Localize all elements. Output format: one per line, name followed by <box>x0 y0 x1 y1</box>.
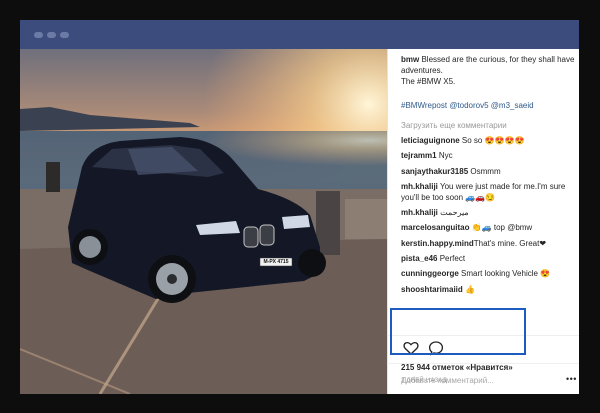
list-item: kerstin.happy.mindThat's mine. Great❤ <box>401 238 577 249</box>
list-item: shooshtarimaiid 👍 <box>401 284 577 295</box>
list-item: leticiaguignone So so 😍😍😍😍 <box>401 135 577 146</box>
likes-highlight-box <box>390 308 526 355</box>
comment-text: 👍 <box>465 284 475 294</box>
load-more-comments-link[interactable]: Загрузить еще комментарии <box>401 121 507 130</box>
comment-username[interactable]: tejramm1 <box>401 151 437 160</box>
comment-username[interactable]: shooshtarimaiid <box>401 285 463 294</box>
caption-hashtags[interactable]: #BMWrepost @todorov5 @m3_saeid <box>401 100 577 111</box>
comment-username[interactable]: mh.khaliji <box>401 182 438 191</box>
add-comment-input[interactable]: Добавьте комментарий... <box>401 376 494 385</box>
window-control-dot[interactable] <box>34 32 43 38</box>
more-options-icon[interactable]: ••• <box>566 374 577 384</box>
comment-text: میرحمت <box>440 208 469 218</box>
list-item: pista_e46 Perfect <box>401 253 577 264</box>
license-plate-text: M-PX 4715 <box>263 259 289 265</box>
list-item: tejramm1 Nyc <box>401 150 577 161</box>
comment-username[interactable]: sanjaythakur3185 <box>401 167 468 176</box>
caption-line2: The #BMW X5. <box>401 77 456 86</box>
likes-count[interactable]: 215 944 отметок «Нравится» <box>401 363 513 372</box>
comment-text: 👏🚙 top @bmw <box>471 223 533 233</box>
post-caption: bmw Blessed are the curious, for they sh… <box>401 54 577 87</box>
list-item: mh.khaliji میرحمت <box>401 207 577 218</box>
list-item: sanjaythakur3185 Osmmm <box>401 166 577 177</box>
post-photo[interactable]: M-PX 4715 <box>20 49 387 394</box>
comment-text: Perfect <box>439 254 466 264</box>
comment-text: Smart looking Vehicle 😍 <box>461 269 551 279</box>
window-titlebar <box>20 20 579 49</box>
comment-username[interactable]: mh.khaliji <box>401 208 438 217</box>
list-item: marcelosanguitao 👏🚙 top @bmw <box>401 222 577 233</box>
comment-username[interactable]: leticiaguignone <box>401 136 460 145</box>
window-control-dot[interactable] <box>60 32 69 38</box>
list-item: cunninggeorge Smart looking Vehicle 😍 <box>401 268 577 279</box>
comment-username[interactable]: cunninggeorge <box>401 269 459 278</box>
comment-username[interactable]: marcelosanguitao <box>401 223 469 232</box>
list-item: mh.khaliji You were just made for me.I'm… <box>401 181 577 203</box>
caption-text: Blessed are the curious, for they shall … <box>401 55 575 75</box>
comment-text: Osmmm <box>470 166 501 176</box>
bmw-x5-photo-illustration <box>20 49 387 394</box>
divider <box>387 363 579 364</box>
comment-username[interactable]: kerstin.happy.mind <box>401 239 474 248</box>
comment-text: So so 😍😍😍😍 <box>461 136 525 145</box>
comments-list: leticiaguignone So so 😍😍😍😍 tejramm1 Nyc … <box>401 135 577 299</box>
caption-username[interactable]: bmw <box>401 55 419 64</box>
window-control-dot[interactable] <box>47 32 56 38</box>
comment-text: Nyc <box>438 151 453 161</box>
comment-username[interactable]: pista_e46 <box>401 254 437 263</box>
comment-text: That's mine. Great❤ <box>473 238 547 248</box>
